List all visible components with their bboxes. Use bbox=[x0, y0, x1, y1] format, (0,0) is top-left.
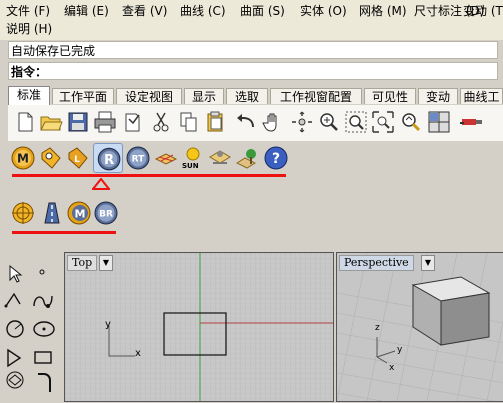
render-r-button[interactable]: R bbox=[93, 143, 123, 173]
tab-visibility[interactable]: 可见性 bbox=[364, 88, 416, 104]
tab-standard[interactable]: 标准 bbox=[8, 86, 50, 105]
menu-transform-label: 变动 (T) bbox=[463, 4, 503, 18]
persp-axis-x-label: x bbox=[389, 363, 395, 373]
tab-transform[interactable]: 变动 bbox=[418, 88, 458, 104]
perspective-dropdown-icon[interactable]: ▼ bbox=[421, 255, 435, 271]
fillet-curve-icon bbox=[38, 373, 51, 392]
menu-file[interactable]: 文件 (F) bbox=[4, 2, 52, 20]
material-tag-alt-icon[interactable]: L bbox=[65, 145, 91, 171]
menu-solid[interactable]: 实体 (O) bbox=[298, 2, 349, 20]
svg-text:M: M bbox=[75, 208, 86, 221]
material-m-alt-button[interactable]: M bbox=[66, 200, 92, 226]
menu-surface[interactable]: 曲面 (S) bbox=[238, 2, 287, 20]
tab-select[interactable]: 选取 bbox=[226, 88, 268, 104]
copy-icon[interactable] bbox=[175, 109, 201, 135]
print-icon[interactable] bbox=[92, 109, 118, 135]
select-arrow-icon bbox=[9, 264, 23, 283]
zoom-all-icon[interactable] bbox=[398, 109, 424, 135]
top-axis-x-label: x bbox=[135, 348, 141, 359]
menu-curve[interactable]: 曲线 (C) bbox=[178, 2, 228, 20]
top-axis-y-label: y bbox=[105, 319, 111, 330]
perspective-viewport[interactable]: Perspective ▼ z y x bbox=[336, 252, 503, 402]
cut-icon[interactable] bbox=[148, 109, 174, 135]
circle-polygon-icon bbox=[6, 371, 24, 389]
tab-set-view[interactable]: 设定视图 bbox=[116, 88, 182, 104]
tab-viewport-layout[interactable]: 工作视窗配置 bbox=[270, 88, 362, 104]
four-view-icon[interactable] bbox=[426, 109, 452, 135]
top-viewport-title[interactable]: Top bbox=[67, 255, 98, 271]
left-tool-panel bbox=[0, 254, 60, 400]
perspective-viewport-title[interactable]: Perspective bbox=[339, 255, 414, 271]
tab-display[interactable]: 显示 bbox=[184, 88, 224, 104]
target-icon[interactable] bbox=[10, 200, 36, 226]
standard-toolbar bbox=[8, 105, 503, 141]
zoom-selected-icon[interactable] bbox=[370, 109, 396, 135]
sun-icon[interactable]: SUN bbox=[180, 145, 206, 171]
extra-toolbar: M BR bbox=[8, 199, 503, 231]
menu-view[interactable]: 查看 (V) bbox=[120, 2, 169, 20]
toolbar-tabs: 标准 工作平面 设定视图 显示 选取 工作视窗配置 可见性 变动 曲线工 bbox=[8, 86, 503, 106]
svg-text:L: L bbox=[74, 155, 80, 165]
menu-bar: 文件 (F) 编辑 (E) 查看 (V) 曲线 (C) 曲面 (S) 实体 (O… bbox=[0, 0, 503, 40]
left-tools bbox=[4, 264, 55, 392]
perspective-grid bbox=[337, 253, 503, 401]
tab-curve-tools[interactable]: 曲线工 bbox=[460, 88, 503, 104]
menu-transform-visible[interactable]: 变动 (T) bbox=[461, 2, 503, 20]
ellipse-icon bbox=[33, 321, 55, 337]
svg-text:BR: BR bbox=[99, 210, 113, 220]
menu-mesh[interactable]: 网格 (M) bbox=[357, 2, 409, 20]
svg-text:RT: RT bbox=[132, 155, 146, 165]
paste-icon[interactable] bbox=[202, 109, 228, 135]
curve-icon bbox=[33, 295, 53, 308]
help-icon[interactable]: ? bbox=[263, 145, 289, 171]
ground-plane-icon[interactable] bbox=[207, 145, 233, 171]
svg-text:M: M bbox=[17, 152, 29, 166]
save-disk-icon[interactable] bbox=[65, 109, 91, 135]
material-tag-icon[interactable] bbox=[38, 145, 64, 171]
svg-text:?: ? bbox=[272, 151, 280, 167]
rotate-view-icon[interactable] bbox=[289, 109, 315, 135]
environment-icon[interactable] bbox=[153, 145, 179, 171]
undo-icon[interactable] bbox=[233, 109, 259, 135]
road-icon[interactable] bbox=[39, 200, 65, 226]
document-props-icon[interactable] bbox=[119, 109, 145, 135]
render-rt-button[interactable]: RT bbox=[125, 145, 151, 171]
menu-edit[interactable]: 编辑 (E) bbox=[62, 2, 111, 20]
rectangle-icon bbox=[34, 351, 52, 364]
pan-hand-icon[interactable] bbox=[260, 109, 286, 135]
top-viewport[interactable]: Top ▼ y x bbox=[64, 252, 334, 402]
new-document-icon[interactable] bbox=[12, 109, 38, 135]
persp-axis-y-label: y bbox=[397, 345, 403, 355]
polygon-icon bbox=[7, 348, 22, 368]
red-triangle-marker bbox=[92, 178, 110, 190]
polyline-icon bbox=[4, 292, 21, 308]
zoom-window-icon[interactable] bbox=[316, 109, 342, 135]
svg-text:R: R bbox=[104, 153, 114, 168]
tree-icon[interactable] bbox=[234, 145, 260, 171]
zoom-extents-icon[interactable] bbox=[343, 109, 369, 135]
render-toolbar: M L R RT SUN ? bbox=[8, 143, 503, 177]
command-line[interactable]: 指令： bbox=[8, 62, 498, 80]
command-label: 指令： bbox=[11, 65, 48, 79]
point-icon bbox=[39, 269, 45, 275]
red-annotation-line-1 bbox=[12, 174, 286, 177]
tab-workplane[interactable]: 工作平面 bbox=[52, 88, 114, 104]
circle-icon bbox=[6, 320, 24, 338]
persp-axis-z-label: z bbox=[375, 323, 380, 333]
br-button[interactable]: BR bbox=[93, 200, 119, 226]
menu-help[interactable]: 说明 (H) bbox=[4, 20, 54, 38]
open-folder-icon[interactable] bbox=[38, 109, 64, 135]
red-annotation-line-2 bbox=[12, 231, 116, 234]
status-line: 自动保存已完成 bbox=[8, 41, 498, 59]
grid-tool-icon[interactable] bbox=[458, 109, 484, 135]
top-viewport-dropdown-icon[interactable]: ▼ bbox=[99, 255, 113, 271]
material-m-button[interactable]: M bbox=[10, 145, 36, 171]
sun-label: SUN bbox=[182, 162, 199, 170]
